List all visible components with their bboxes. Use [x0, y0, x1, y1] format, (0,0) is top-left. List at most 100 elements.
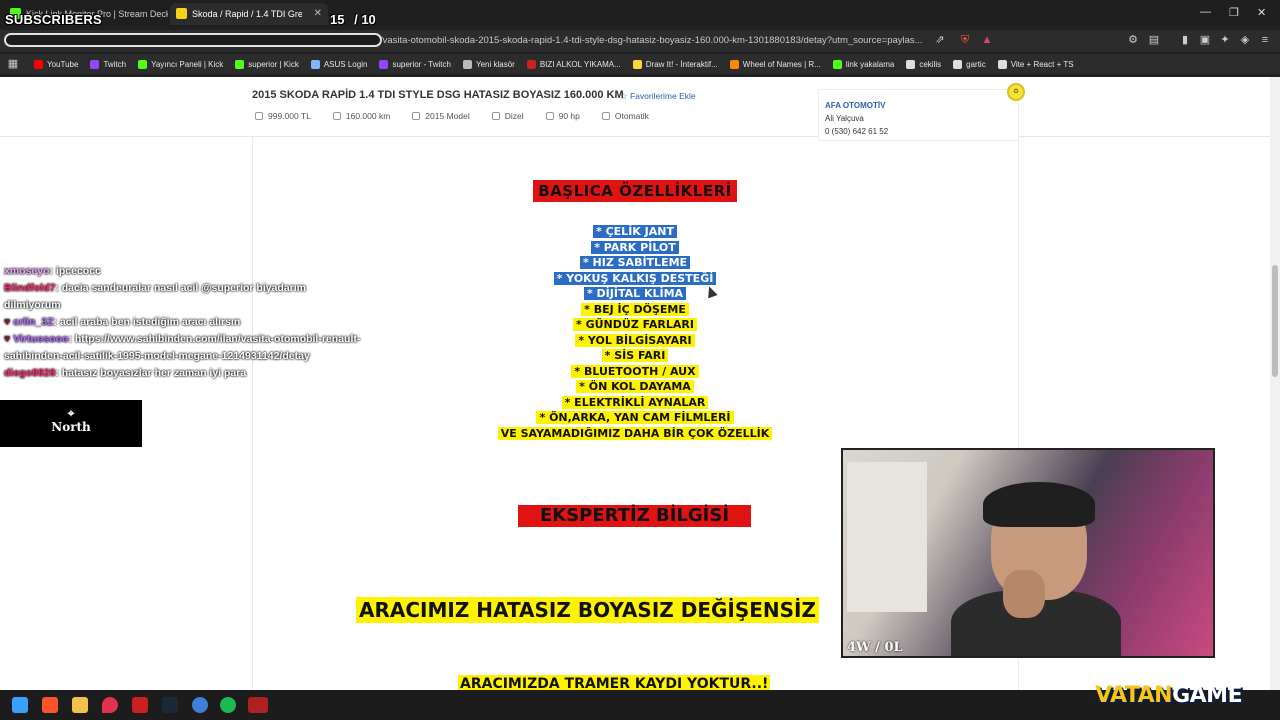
brave-rewards-icon[interactable]: ▲	[980, 33, 994, 47]
sidebar-icon[interactable]: ▮	[1178, 33, 1192, 47]
feature-item: * ELEKTRİKLİ AYNALAR	[440, 395, 830, 411]
chat-username: xmoseyo	[4, 265, 50, 277]
feature-text: * ÖN,ARKA, YAN CAM FİLMLERİ	[536, 411, 734, 424]
bookmark-asus-login[interactable]: ASUS Login	[310, 59, 367, 69]
minimize-icon[interactable]: —	[1200, 6, 1211, 18]
spec-price: 999.000 TL	[255, 111, 311, 121]
windows-start-icon[interactable]	[12, 697, 28, 713]
vpn-icon[interactable]: ◈	[1238, 33, 1252, 47]
chat-message: xmoseyo: ipcecocc	[4, 263, 364, 280]
features-heading: BAŞLICA ÖZELLİKLERİ	[533, 180, 737, 202]
apps-grid-icon[interactable]: ▦	[6, 57, 20, 71]
chat-username: Virtuosooo	[13, 333, 69, 345]
bookmark-gartic[interactable]: gartic	[953, 59, 986, 69]
feature-text: VE SAYAMADIĞIMIZ DAHA BİR ÇOK ÖZELLİK	[497, 426, 773, 440]
compass-icon: ⌖	[67, 406, 75, 420]
reading-list-icon[interactable]: ▤	[1147, 33, 1161, 47]
feature-item: * DİJİTAL KLİMA	[440, 286, 830, 302]
bookmark-label: Wheel of Names | R...	[742, 59, 821, 69]
listing-title: 2015 SKODA RAPİD 1.4 TDI STYLE DSG HATAS…	[252, 89, 624, 101]
streamer-hand	[1003, 570, 1045, 618]
leo-ai-icon[interactable]: ✦	[1218, 33, 1232, 47]
folder-icon	[462, 59, 472, 69]
feature-text: * GÜNDÜZ FARLARI	[573, 318, 697, 331]
globe-icon	[953, 59, 963, 69]
spec-km: 160.000 km	[332, 111, 390, 121]
streamer-headset	[983, 482, 1095, 527]
subscriber-goal: / 10	[354, 12, 376, 27]
chat-text: ipcecocc	[55, 265, 101, 277]
no-damage-line: ARACIMIZ HATASIZ BOYASIZ DEĞİŞENSİZ	[356, 597, 819, 623]
spec-value: Otomatik	[614, 111, 649, 121]
spec-model: 2015 Model	[412, 111, 470, 121]
bookmark-vite-react[interactable]: Vite + React + TS	[997, 59, 1074, 69]
bookmark-label: Draw It! - İnteraktif...	[645, 59, 718, 69]
seller-card[interactable]: AFA OTOMOTİV Ali Yalçuva 0 (530) 642 61 …	[818, 89, 1019, 141]
bookmarks-bar: ▦ YouTube Twitch Yayıncı Paneli | Kick s…	[0, 54, 1280, 74]
maximize-icon[interactable]: ❐	[1229, 6, 1239, 19]
webcam-background	[847, 462, 927, 612]
tramer-line: ARACIMIZDA TRAMER KAYDI YOKTUR..!	[458, 675, 771, 690]
bookmark-draw-it[interactable]: Draw It! - İnteraktif...	[632, 59, 718, 69]
webcam-overlay: 4W / 0L	[841, 448, 1215, 658]
bookmark-kick-panel[interactable]: Yayıncı Paneli | Kick	[138, 59, 223, 69]
brave-shield-icon[interactable]: ⛨	[958, 33, 972, 47]
spec-row: 999.000 TL 160.000 km 2015 Model Dizel 9…	[255, 111, 671, 121]
tab-title: Skoda / Rapid / 1.4 TDI GreenTec	[192, 9, 302, 19]
watermark-brand-v: VATAN	[1095, 683, 1173, 708]
sponsor-name: North	[51, 420, 91, 434]
close-window-icon[interactable]: ✕	[1257, 6, 1266, 19]
app-red-icon[interactable]	[132, 697, 148, 713]
content-divider	[252, 137, 253, 690]
bookmark-folder[interactable]: Yeni klasör	[462, 59, 515, 69]
bookmark-label: gartic	[966, 59, 986, 69]
spec-power: 90 hp	[545, 111, 580, 121]
spotify-icon[interactable]	[220, 697, 236, 713]
brave-browser-icon[interactable]	[42, 697, 58, 713]
bookmark-alkol[interactable]: BIZI ALKOL YIKAMA...	[526, 59, 621, 69]
feature-item: * GÜNDÜZ FARLARI	[440, 317, 830, 333]
steam-icon[interactable]	[162, 697, 178, 713]
spec-value: 2015 Model	[425, 111, 470, 121]
bookmark-superior-twitch[interactable]: superior - Twitch	[379, 59, 451, 69]
chat-message: Blindfold7: dacia sandeuralar nasıl acil…	[4, 280, 364, 314]
expertise-heading: EKSPERTİZ BİLGİSİ	[518, 505, 751, 527]
chat-text: acil araba ben istediğim aracı alırsın	[59, 316, 241, 328]
feature-text: * PARK PİLOT	[591, 240, 679, 254]
chat-message: ♥ Virtuosooo: https://www.sahibinden.com/…	[4, 331, 364, 365]
listing-header: 2015 SKODA RAPİD 1.4 TDI STYLE DSG HATAS…	[0, 77, 1270, 137]
bookmark-superior-kick[interactable]: superior | Kick	[235, 59, 299, 69]
tab-skoda-rapid[interactable]: Skoda / Rapid / 1.4 TDI GreenTec ✕	[170, 3, 328, 25]
bookmark-youtube[interactable]: YouTube	[34, 59, 78, 69]
browser-blue-icon[interactable]	[192, 697, 208, 713]
feature-text: * BLUETOOTH / AUX	[571, 364, 699, 378]
menu-icon[interactable]: ≡	[1258, 33, 1272, 47]
feature-list: * ÇELİK JANT * PARK PİLOT * HIZ SABİTLEME *…	[440, 224, 830, 441]
file-explorer-icon[interactable]	[72, 697, 88, 713]
feature-item: * PARK PİLOT	[440, 240, 830, 256]
close-tab-icon[interactable]: ✕	[314, 8, 322, 19]
wallet-icon[interactable]: ▣	[1198, 33, 1212, 47]
seller-name[interactable]: AFA OTOMOTİV	[825, 101, 1012, 110]
extensions-icon[interactable]: ⚙	[1126, 33, 1140, 47]
maps-icon[interactable]	[102, 697, 118, 713]
bookmark-link-yakalama[interactable]: link yakalama	[832, 59, 895, 69]
twitch-icon	[90, 59, 100, 69]
bookmark-twitch[interactable]: Twitch	[90, 59, 126, 69]
feature-item: * SİS FARI	[440, 348, 830, 364]
bookmark-cekilis[interactable]: cekilis	[906, 59, 941, 69]
share-icon[interactable]: ⇗	[933, 33, 947, 47]
feature-item: * BLUETOOTH / AUX	[440, 364, 830, 380]
bookmark-wheel-of-names[interactable]: Wheel of Names | R...	[729, 59, 821, 69]
browser-chrome: Kick Link Monitor Pro | Stream Deck Skod…	[0, 0, 1280, 77]
chat-username: diego8828	[4, 367, 56, 379]
address-bar[interactable]: /vasita-otomobil-skoda-2015-skoda-rapid-…	[0, 30, 1280, 52]
bookmark-label: Yeni klasör	[475, 59, 515, 69]
gearbox-icon	[601, 112, 610, 120]
scrollbar-thumb[interactable]	[1272, 265, 1278, 377]
page-scrollbar[interactable]	[1270, 77, 1280, 690]
bookmark-label: link yakalama	[845, 59, 895, 69]
url-text[interactable]: /vasita-otomobil-skoda-2015-skoda-rapid-…	[380, 32, 950, 50]
voicemeeter-icon[interactable]	[248, 697, 268, 713]
add-favorite-link[interactable]: ☆ Favorilerime Ekle	[620, 91, 696, 102]
